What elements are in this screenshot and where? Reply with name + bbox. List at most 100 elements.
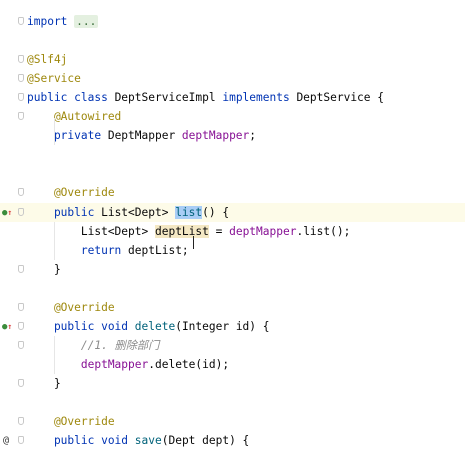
code-token: deptList xyxy=(154,225,209,238)
code-text: public void save(Dept dept) { xyxy=(27,431,249,450)
code-token: deptList; xyxy=(128,244,189,257)
indent-guide xyxy=(54,118,55,145)
code-text: public class DeptServiceImpl implements … xyxy=(27,88,384,107)
fold-toggle-icon[interactable] xyxy=(18,417,24,425)
code-token: DeptService { xyxy=(296,91,384,104)
fold-toggle-icon[interactable] xyxy=(18,322,24,330)
code-token: @Override xyxy=(27,415,115,428)
fold-toggle-icon[interactable] xyxy=(18,188,24,196)
code-text: public List<Dept> list() { xyxy=(27,203,229,222)
code-text: @Service xyxy=(27,69,81,88)
code-token: (Dept dept) { xyxy=(161,434,250,447)
code-token: save xyxy=(134,434,162,447)
code-token: List<Dept> xyxy=(27,225,155,238)
code-token: deptMapper xyxy=(229,225,297,238)
code-text: @Autowired xyxy=(27,107,121,126)
code-token: public class xyxy=(27,91,115,104)
code-token: implements xyxy=(222,91,297,104)
code-token: @Override xyxy=(27,186,115,199)
code-text: } xyxy=(27,374,61,393)
override-implements-icon[interactable]: ●↑ xyxy=(2,317,12,336)
code-text: @Override xyxy=(27,298,115,317)
code-text: return deptList; xyxy=(27,241,189,260)
code-text: public void delete(Integer id) { xyxy=(27,317,270,336)
code-text: @Override xyxy=(27,183,115,202)
code-token: public xyxy=(27,206,102,219)
fold-toggle-icon[interactable] xyxy=(18,341,24,349)
code-token: .delete(id); xyxy=(148,358,230,371)
code-text: } xyxy=(27,260,61,279)
code-token: delete xyxy=(134,320,176,333)
text-cursor xyxy=(193,236,194,249)
code-text: @Slf4j xyxy=(27,50,67,69)
code-line[interactable]: deptMapper.delete(id); xyxy=(0,355,465,374)
code-line[interactable]: @Service xyxy=(0,69,465,88)
code-text: private DeptMapper deptMapper; xyxy=(27,126,256,145)
code-text: //1. 删除部门 xyxy=(27,336,159,355)
code-token: DeptServiceImpl xyxy=(114,91,223,104)
override-implements-icon[interactable]: ●↑ xyxy=(2,203,12,222)
annotation-at-icon[interactable]: @ xyxy=(3,431,9,450)
fold-toggle-icon[interactable] xyxy=(18,93,24,101)
code-line[interactable] xyxy=(0,164,465,183)
fold-toggle-icon[interactable] xyxy=(18,265,24,273)
fold-toggle-icon[interactable] xyxy=(18,112,24,120)
code-token: = xyxy=(208,225,230,238)
fold-toggle-icon[interactable] xyxy=(18,208,24,216)
code-token: } xyxy=(27,377,61,390)
code-line[interactable] xyxy=(0,393,465,412)
code-line[interactable]: @Override xyxy=(0,412,465,431)
code-token: import xyxy=(27,15,75,28)
code-line[interactable]: @Slf4j xyxy=(0,50,465,69)
code-line[interactable]: private DeptMapper deptMapper; xyxy=(0,126,465,145)
code-line[interactable]: import ... xyxy=(0,12,465,31)
code-line[interactable]: ●↑ public List<Dept> list() { xyxy=(0,203,465,222)
code-text: @Override xyxy=(27,412,115,431)
code-token: @Service xyxy=(27,72,81,85)
code-line[interactable]: } xyxy=(0,260,465,279)
code-token: return xyxy=(27,244,129,257)
code-line[interactable]: public class DeptServiceImpl implements … xyxy=(0,88,465,107)
code-line[interactable]: //1. 删除部门 xyxy=(0,336,465,355)
code-token: private xyxy=(27,129,108,142)
code-token: deptMapper xyxy=(27,358,149,371)
code-token: DeptMapper xyxy=(107,129,182,142)
code-line[interactable]: @Override xyxy=(0,298,465,317)
code-line[interactable]: @Autowired xyxy=(0,107,465,126)
fold-toggle-icon[interactable] xyxy=(18,436,24,444)
code-token: public void xyxy=(27,320,135,333)
fold-toggle-icon[interactable] xyxy=(18,303,24,311)
code-line[interactable] xyxy=(0,31,465,50)
fold-toggle-icon[interactable] xyxy=(18,379,24,387)
fold-toggle-icon[interactable] xyxy=(18,74,24,82)
code-token: list xyxy=(175,206,203,219)
code-line[interactable]: List<Dept> deptList = deptMapper.list(); xyxy=(0,222,465,241)
code-line[interactable]: @ public void save(Dept dept) { xyxy=(0,431,465,450)
code-line[interactable]: @Override xyxy=(0,183,465,202)
code-line[interactable]: ●↑ public void delete(Integer id) { xyxy=(0,317,465,336)
code-text: List<Dept> deptList = deptMapper.list(); xyxy=(27,222,350,241)
code-token: () { xyxy=(202,206,230,219)
code-token: } xyxy=(27,263,61,276)
fold-toggle-icon[interactable] xyxy=(18,55,24,63)
code-token: public void xyxy=(27,434,135,447)
code-text: deptMapper.delete(id); xyxy=(27,355,229,374)
code-token: .list(); xyxy=(296,225,351,238)
code-text: import ... xyxy=(27,12,99,31)
code-line[interactable] xyxy=(0,279,465,298)
indent-guide xyxy=(54,336,55,374)
code-line[interactable]: return deptList; xyxy=(0,241,465,260)
code-token: (Integer id) { xyxy=(175,320,270,333)
code-token: @Autowired xyxy=(27,110,122,123)
indent-guide xyxy=(54,222,55,260)
code-line[interactable]: } xyxy=(0,374,465,393)
code-token: ; xyxy=(249,129,257,142)
code-token: @Override xyxy=(27,301,115,314)
code-token: @Slf4j xyxy=(27,53,68,66)
code-token: List<Dept> xyxy=(101,206,176,219)
fold-toggle-icon[interactable] xyxy=(18,17,24,25)
code-token: ... xyxy=(74,15,99,28)
code-token: //1. 删除部门 xyxy=(27,339,160,352)
code-line[interactable] xyxy=(0,145,465,164)
code-token: deptMapper xyxy=(181,129,250,142)
